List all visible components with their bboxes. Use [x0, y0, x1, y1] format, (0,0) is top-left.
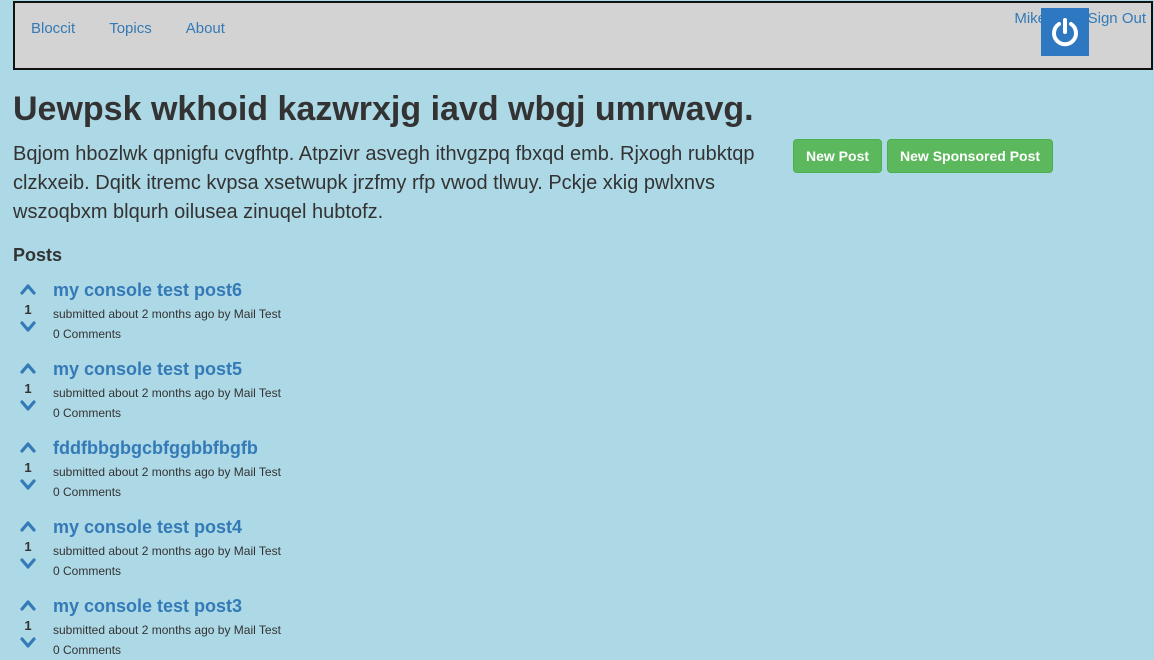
avatar[interactable]	[1041, 8, 1089, 56]
topic-actions: New Post New Sponsored Post	[793, 139, 1054, 173]
vote-count: 1	[24, 381, 32, 396]
post-comments-link[interactable]: 0 Comments	[53, 327, 281, 342]
chevron-up-icon[interactable]	[20, 441, 36, 453]
posts-heading: Posts	[13, 245, 63, 265]
post-body: my console test post6 submitted about 2 …	[53, 278, 281, 342]
posts-list: 1 my console test post6 submitted about …	[13, 278, 613, 660]
new-sponsored-post-button[interactable]: New Sponsored Post	[887, 139, 1054, 173]
post-body: my console test post4 submitted about 2 …	[53, 515, 281, 579]
chevron-up-icon[interactable]	[20, 520, 36, 532]
vote-controls: 1	[13, 278, 43, 340]
vote-controls: 1	[13, 436, 43, 498]
chevron-down-icon[interactable]	[20, 637, 36, 649]
chevron-down-icon[interactable]	[20, 479, 36, 491]
topic-description: Bqjom hbozlwk qpnigfu cvgfhtp. Atpzivr a…	[13, 143, 755, 223]
post-title-link[interactable]: my console test post4	[53, 515, 242, 539]
post-comments-link[interactable]: 0 Comments	[53, 485, 281, 500]
vote-count: 1	[24, 539, 32, 554]
chevron-down-icon[interactable]	[20, 558, 36, 570]
nav-links: Bloccit Topics About	[31, 20, 259, 37]
new-post-button[interactable]: New Post	[793, 139, 883, 173]
post-title-link[interactable]: my console test post3	[53, 594, 242, 618]
nav-about-link[interactable]: About	[186, 20, 225, 37]
power-icon	[1052, 18, 1078, 47]
vote-controls: 1	[13, 357, 43, 419]
post-meta: submitted about 2 months ago by Mail Tes…	[53, 307, 281, 321]
chevron-up-icon[interactable]	[20, 599, 36, 611]
chevron-up-icon[interactable]	[20, 283, 36, 295]
nav-brand-link[interactable]: Bloccit	[31, 20, 75, 37]
post-meta: submitted about 2 months ago by Mail Tes…	[53, 544, 281, 558]
post-item: 1 my console test post4 submitted about …	[13, 515, 613, 594]
vote-controls: 1	[13, 515, 43, 577]
vote-count: 1	[24, 618, 32, 633]
vote-count: 1	[24, 460, 32, 475]
post-comments-link[interactable]: 0 Comments	[53, 406, 281, 421]
post-comments-link[interactable]: 0 Comments	[53, 564, 281, 579]
vote-count: 1	[24, 302, 32, 317]
chevron-down-icon[interactable]	[20, 321, 36, 333]
sign-out-link[interactable]: Sign Out	[1088, 10, 1146, 27]
post-item: 1 my console test post3 submitted about …	[13, 594, 613, 660]
post-meta: submitted about 2 months ago by Mail Tes…	[53, 623, 281, 637]
post-body: my console test post3 submitted about 2 …	[53, 594, 281, 658]
post-meta: submitted about 2 months ago by Mail Tes…	[53, 386, 281, 400]
post-item: 1 my console test post6 submitted about …	[13, 278, 613, 357]
post-item: 1 fddfbbgbgcbfggbbfbgfb submitted about …	[13, 436, 613, 515]
post-body: fddfbbgbgcbfggbbfbgfb submitted about 2 …	[53, 436, 281, 500]
post-title-link[interactable]: my console test post5	[53, 357, 242, 381]
chevron-up-icon[interactable]	[20, 362, 36, 374]
topic-title: Uewpsk wkhoid kazwrxjg iavd wbgj umrwavg…	[13, 90, 754, 128]
nav-topics-link[interactable]: Topics	[109, 20, 152, 37]
post-comments-link[interactable]: 0 Comments	[53, 643, 281, 658]
vote-controls: 1	[13, 594, 43, 656]
post-title-link[interactable]: my console test post6	[53, 278, 242, 302]
post-item: 1 my console test post5 submitted about …	[13, 357, 613, 436]
chevron-down-icon[interactable]	[20, 400, 36, 412]
post-title-link[interactable]: fddfbbgbgcbfggbbfbgfb	[53, 436, 258, 460]
top-navbar: Bloccit Topics About Mike Sign Out	[13, 1, 1153, 70]
post-body: my console test post5 submitted about 2 …	[53, 357, 281, 421]
post-meta: submitted about 2 months ago by Mail Tes…	[53, 465, 281, 479]
